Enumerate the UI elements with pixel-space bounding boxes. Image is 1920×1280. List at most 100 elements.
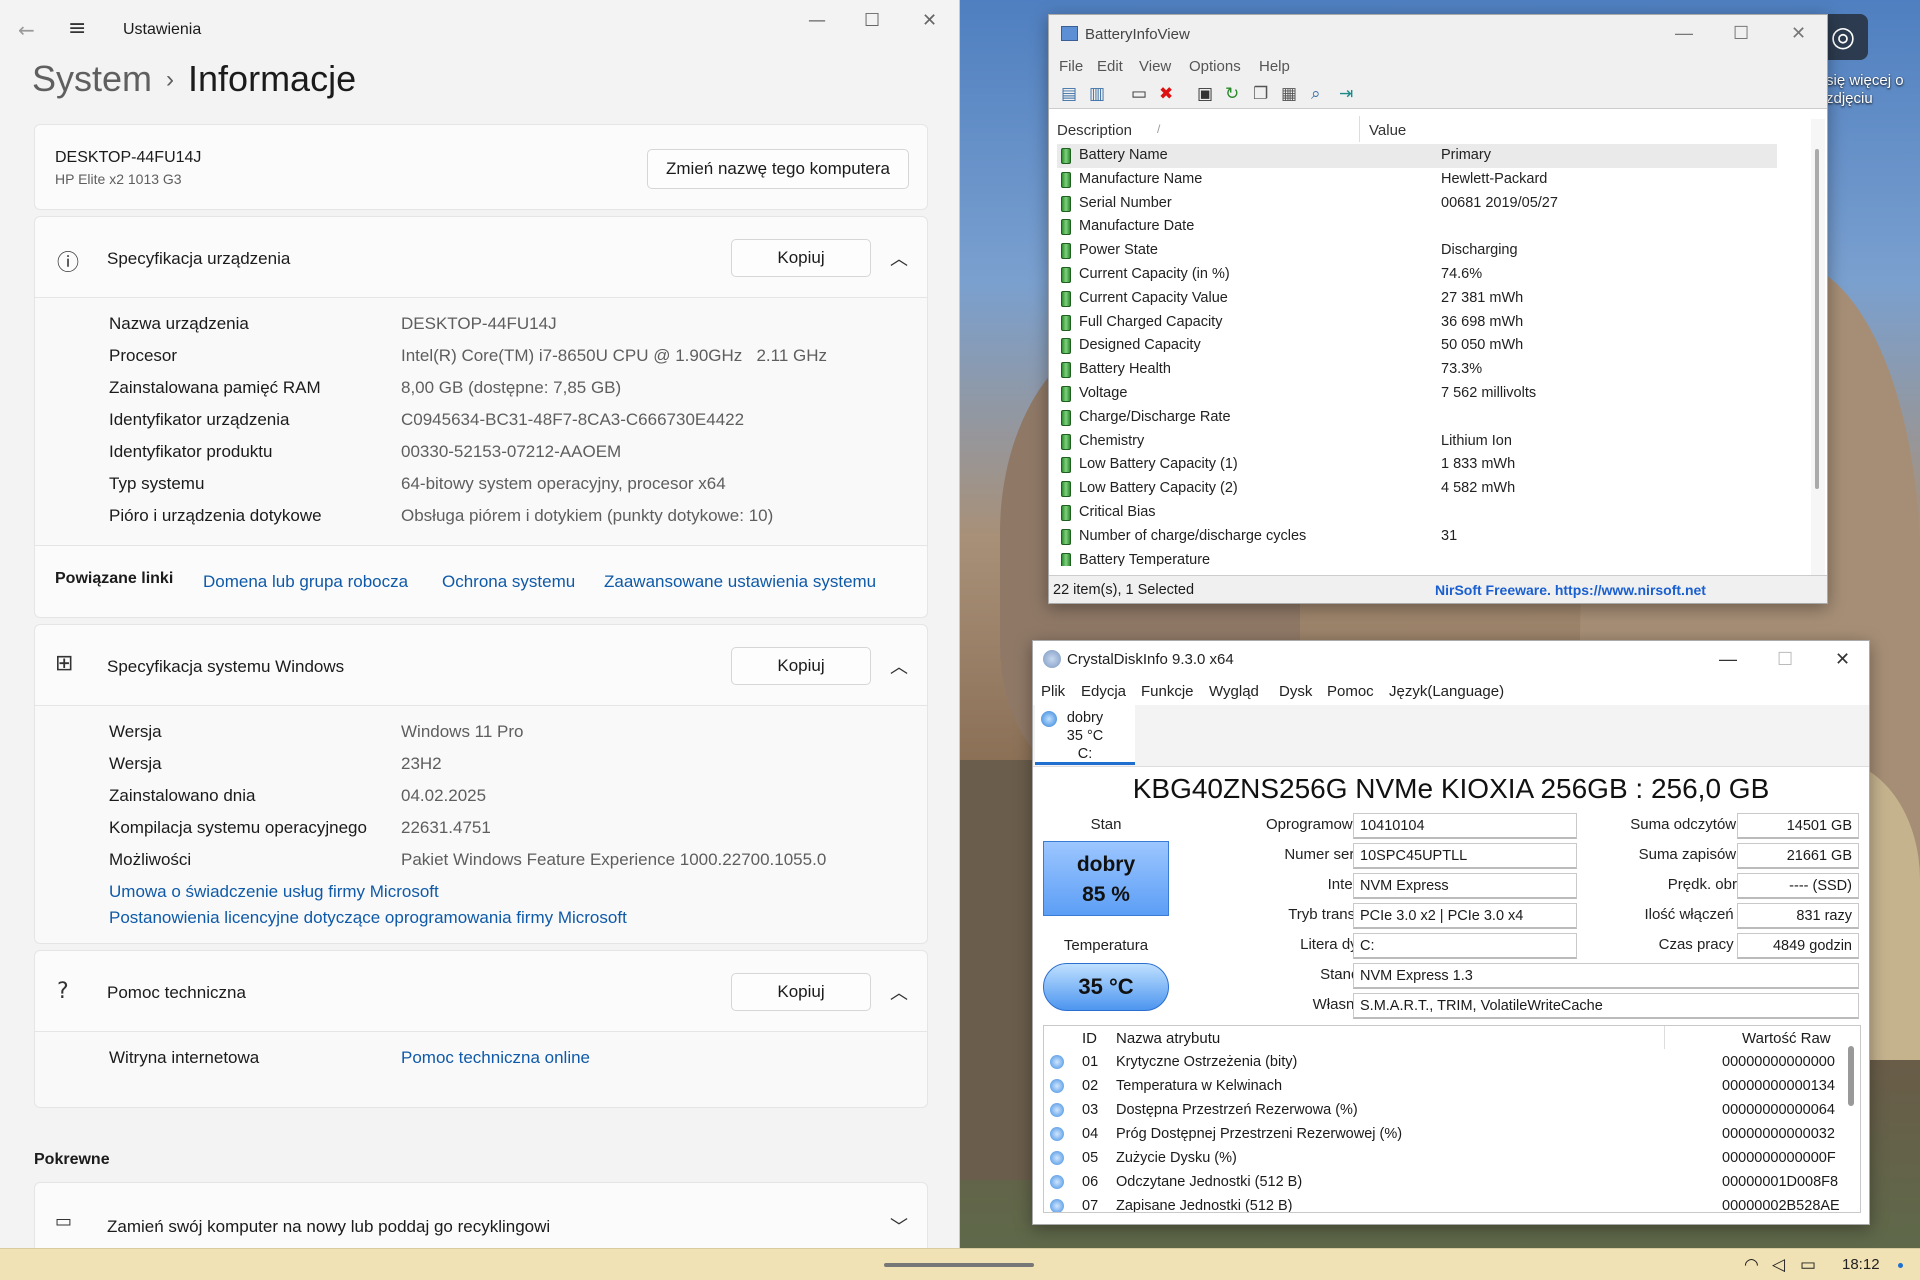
rename-pc-button[interactable]: Zmień nazwę tego komputera: [647, 149, 909, 189]
menu-dysk[interactable]: Dysk: [1279, 683, 1312, 700]
menu-language[interactable]: Język(Language): [1389, 683, 1504, 700]
list-item[interactable]: Current Capacity (in %) 74.6%: [1057, 263, 1777, 287]
settings-window: ← ≡ Ustawienia — ☐ ✕ System › Informacje D…: [0, 0, 960, 1248]
row-description: Critical Bias: [1079, 503, 1156, 520]
wifi-icon[interactable]: ◠: [1744, 1255, 1759, 1275]
list-item[interactable]: Critical Bias: [1057, 501, 1777, 525]
table-row[interactable]: 04 Próg Dostępnej Przestrzeni Rezerwowej …: [1044, 1122, 1844, 1146]
window-icon[interactable]: ▭: [1131, 84, 1147, 104]
exit-icon[interactable]: ⇥: [1339, 84, 1353, 104]
table-row[interactable]: 07 Zapisane Jednostki (512 B) 00000002B528…: [1044, 1194, 1844, 1212]
scrollbar-thumb[interactable]: [1848, 1046, 1854, 1106]
list-item[interactable]: Number of charge/discharge cycles 31: [1057, 525, 1777, 549]
support-header[interactable]: ? Pomoc techniczna Kopiuj ︿: [34, 950, 928, 1032]
link-system-protection[interactable]: Ochrona systemu: [442, 572, 575, 592]
close-icon[interactable]: ✕: [922, 10, 937, 31]
table-row[interactable]: 02 Temperatura w Kelwinach 00000000000134: [1044, 1074, 1844, 1098]
maximize-icon[interactable]: ☐: [864, 10, 880, 31]
device-spec-header[interactable]: ⓘ Specyfikacja urządzenia Kopiuj ︿: [34, 216, 928, 298]
delete-icon[interactable]: ✖: [1159, 84, 1173, 104]
copy-support-button[interactable]: Kopiuj: [731, 973, 871, 1011]
table-row[interactable]: 06 Odczytane Jednostki (512 B) 00000001D00…: [1044, 1170, 1844, 1194]
list-item[interactable]: Manufacture Date: [1057, 215, 1777, 239]
link-ms-license-terms[interactable]: Postanowienia licencyjne dotyczące oprog…: [109, 908, 627, 928]
link-advanced-settings[interactable]: Zaawansowane ustawienia systemu: [604, 572, 876, 592]
list-item[interactable]: Serial Number 00681 2019/05/27: [1057, 192, 1777, 216]
menu-edit[interactable]: Edit: [1097, 58, 1123, 75]
menu-view[interactable]: View: [1139, 58, 1171, 75]
menu-pomoc[interactable]: Pomoc: [1327, 683, 1374, 700]
list-item[interactable]: Battery Name Primary: [1057, 144, 1777, 168]
save-icon[interactable]: ▣: [1197, 84, 1213, 104]
link-ms-services-agreement[interactable]: Umowa o świadczenie usług firmy Microsof…: [109, 882, 439, 902]
windows-spec-header[interactable]: ⊞ Specyfikacja systemu Windows Kopiuj ︿: [34, 624, 928, 706]
menu-help[interactable]: Help: [1259, 58, 1290, 75]
menu-options[interactable]: Options: [1189, 58, 1241, 75]
list-item[interactable]: Battery Temperature: [1057, 549, 1777, 566]
list-item[interactable]: Battery Health 73.3%: [1057, 358, 1777, 382]
list-item[interactable]: Designed Capacity 50 050 mWh: [1057, 334, 1777, 358]
chevron-up-icon[interactable]: ︿: [890, 245, 908, 271]
minimize-icon[interactable]: —: [808, 10, 826, 31]
spec-label: Wersja: [109, 722, 162, 741]
properties-icon[interactable]: ▤: [1061, 84, 1077, 104]
menu-wyglad[interactable]: Wygląd: [1209, 683, 1259, 700]
drive-tab-c[interactable]: dobry 35 °C C:: [1035, 705, 1135, 765]
list-item[interactable]: Charge/Discharge Rate: [1057, 406, 1777, 430]
scrollbar-thumb[interactable]: [1815, 149, 1819, 489]
col-attribute-name[interactable]: Nazwa atrybutu: [1116, 1030, 1220, 1047]
notification-dot-icon[interactable]: [1898, 1263, 1903, 1268]
nirsoft-link[interactable]: NirSoft Freeware. https://www.nirsoft.ne…: [1435, 582, 1706, 598]
close-icon[interactable]: ✕: [1835, 649, 1850, 670]
maximize-icon[interactable]: ☐: [1733, 23, 1749, 44]
chevron-down-icon[interactable]: ﹀: [890, 1213, 908, 1239]
list-item[interactable]: Voltage 7 562 millivolts: [1057, 382, 1777, 406]
breadcrumb-system[interactable]: System: [32, 58, 152, 99]
list-item[interactable]: Low Battery Capacity (1) 1 833 mWh: [1057, 453, 1777, 477]
copy-device-spec-button[interactable]: Kopiuj: [731, 239, 871, 277]
refresh-icon[interactable]: ↻: [1225, 84, 1239, 104]
snap-handle[interactable]: [884, 1263, 1034, 1267]
list-item[interactable]: Chemistry Lithium Ion: [1057, 430, 1777, 454]
list-item[interactable]: Power State Discharging: [1057, 239, 1777, 263]
report-icon[interactable]: ▦: [1281, 84, 1297, 104]
health-status-badge[interactable]: dobry 85 %: [1043, 841, 1169, 916]
minimize-icon[interactable]: —: [1675, 23, 1693, 44]
table-row[interactable]: 05 Zużycie Dysku (%) 0000000000000F: [1044, 1146, 1844, 1170]
minimize-icon[interactable]: —: [1719, 649, 1737, 670]
find-icon[interactable]: ⌕: [1311, 84, 1321, 104]
back-arrow-icon[interactable]: ←: [18, 18, 35, 42]
list-item[interactable]: Current Capacity Value 27 381 mWh: [1057, 287, 1777, 311]
hamburger-menu-icon[interactable]: ≡: [68, 16, 86, 41]
menu-edycja[interactable]: Edycja: [1081, 683, 1126, 700]
clock[interactable]: 18:12: [1842, 1256, 1880, 1273]
recycle-card[interactable]: ▭ Zamień swój komputer na nowy lub podda…: [34, 1182, 928, 1248]
chevron-up-icon[interactable]: ︿: [890, 979, 908, 1005]
chevron-up-icon[interactable]: ︿: [890, 653, 908, 679]
list-item[interactable]: Full Charged Capacity 36 698 mWh: [1057, 311, 1777, 335]
list-item[interactable]: Low Battery Capacity (2) 4 582 mWh: [1057, 477, 1777, 501]
col-raw-value[interactable]: Wartość Raw: [1742, 1030, 1831, 1047]
list-item[interactable]: Manufacture Name Hewlett-Packard: [1057, 168, 1777, 192]
menu-plik[interactable]: Plik: [1041, 683, 1065, 700]
battery-icon[interactable]: ▭: [1800, 1255, 1816, 1275]
list-icon[interactable]: ▥: [1089, 84, 1105, 104]
temperature-badge[interactable]: 35 °C: [1043, 963, 1169, 1011]
volume-icon[interactable]: ◁: [1772, 1255, 1785, 1275]
menu-funkcje[interactable]: Funkcje: [1141, 683, 1194, 700]
table-row[interactable]: 03 Dostępna Przestrzeń Rezerwowa (%) 00000…: [1044, 1098, 1844, 1122]
title-bar: CrystalDiskInfo 9.3.0 x64 — ☐ ✕: [1033, 641, 1869, 679]
link-domain[interactable]: Domena lub grupa robocza: [203, 572, 408, 592]
close-icon[interactable]: ✕: [1791, 23, 1806, 44]
copy-icon[interactable]: ❐: [1253, 84, 1268, 104]
col-id[interactable]: ID: [1082, 1030, 1097, 1047]
col-description[interactable]: Description: [1057, 122, 1132, 139]
learn-more-label[interactable]: się więcej o zdjęciu: [1826, 72, 1920, 108]
copy-windows-spec-button[interactable]: Kopiuj: [731, 647, 871, 685]
link-online-support[interactable]: Pomoc techniczna online: [401, 1048, 590, 1068]
table-row[interactable]: 01 Krytyczne Ostrzeżenia (bity) 0000000000…: [1044, 1050, 1844, 1074]
col-value[interactable]: Value: [1369, 122, 1406, 139]
menu-file[interactable]: File: [1059, 58, 1083, 75]
maximize-icon[interactable]: ☐: [1777, 649, 1793, 670]
vertical-scrollbar[interactable]: [1811, 119, 1825, 579]
